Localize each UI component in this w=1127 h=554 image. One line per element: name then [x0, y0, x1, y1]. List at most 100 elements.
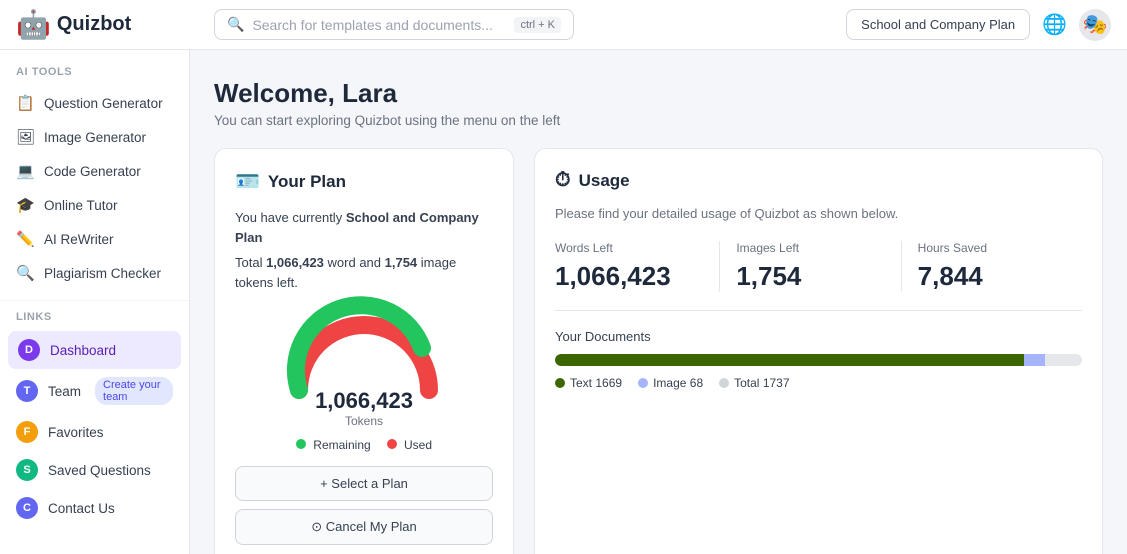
sidebar-item-contact-us[interactable]: C Contact Us	[0, 489, 189, 527]
favorites-avatar: F	[16, 421, 38, 443]
search-icon: 🔍	[227, 16, 244, 33]
sidebar-item-label: Contact Us	[48, 501, 115, 516]
plan-card: 🪪 Your Plan You have currently School an…	[214, 148, 514, 554]
legend-image: Image 68	[638, 376, 703, 390]
legend-remaining: Remaining	[296, 438, 371, 452]
welcome-subtitle: You can start exploring Quizbot using th…	[214, 113, 1103, 128]
contact-us-avatar: C	[16, 497, 38, 519]
plan-icon: 🪪	[235, 169, 260, 194]
usage-card-header: ⏱ Usage	[555, 169, 1082, 192]
sidebar-item-label: Plagiarism Checker	[44, 266, 161, 281]
plan-badge-button[interactable]: School and Company Plan	[846, 9, 1030, 40]
stat-images-value: 1,754	[736, 261, 884, 292]
search-shortcut: ctrl + K	[514, 17, 561, 33]
sidebar-item-label: AI ReWriter	[44, 232, 114, 247]
sidebar: AI TOOLS 📋 Question Generator 🖼 Image Ge…	[0, 50, 190, 554]
text-dot	[555, 378, 565, 388]
ai-rewriter-icon: ✏️	[16, 230, 34, 248]
ai-tools-label: AI TOOLS	[0, 66, 189, 86]
question-generator-icon: 📋	[16, 94, 34, 112]
stat-hours-label: Hours Saved	[918, 241, 1066, 255]
sidebar-item-online-tutor[interactable]: 🎓 Online Tutor	[0, 188, 189, 222]
sidebar-item-saved-questions[interactable]: S Saved Questions	[0, 451, 189, 489]
logo-icon: 🤖	[16, 8, 51, 41]
stat-images-label: Images Left	[736, 241, 884, 255]
dashboard-avatar: D	[18, 339, 40, 361]
stat-images-left: Images Left 1,754	[720, 241, 901, 292]
code-generator-icon: 💻	[16, 162, 34, 180]
sidebar-item-image-generator[interactable]: 🖼 Image Generator	[0, 120, 189, 154]
stat-hours-saved: Hours Saved 7,844	[902, 241, 1082, 292]
content-area: Welcome, Lara You can start exploring Qu…	[190, 50, 1127, 554]
used-dot	[387, 439, 397, 449]
avatar[interactable]: 🎭	[1079, 9, 1111, 41]
docs-bar-text-segment	[555, 354, 1024, 366]
docs-legend: Text 1669 Image 68	[555, 376, 1082, 390]
legend-total: Total 1737	[719, 376, 789, 390]
plagiarism-checker-icon: 🔍	[16, 264, 34, 282]
docs-bar	[555, 354, 1082, 366]
sidebar-item-plagiarism-checker[interactable]: 🔍 Plagiarism Checker	[0, 256, 189, 290]
logo[interactable]: 🤖 Quizbot	[16, 8, 206, 41]
sidebar-item-label: Favorites	[48, 425, 104, 440]
cancel-plan-button[interactable]: ⊙ Cancel My Plan	[235, 509, 493, 545]
donut-legend: Remaining Used	[235, 438, 493, 452]
donut-chart-container: 1,066,423 Tokens	[235, 308, 493, 428]
docs-bar-image-segment	[1024, 354, 1045, 366]
sidebar-item-code-generator[interactable]: 💻 Code Generator	[0, 154, 189, 188]
select-plan-button[interactable]: + Select a Plan	[235, 466, 493, 501]
tokens-description: Total 1,066,423 word and 1,754 image tok…	[235, 253, 493, 292]
donut-number: 1,066,423	[315, 388, 413, 414]
usage-subtitle: Please find your detailed usage of Quizb…	[555, 206, 1082, 221]
stat-hours-value: 7,844	[918, 261, 1066, 292]
remaining-dot	[296, 439, 306, 449]
globe-icon[interactable]: 🌐	[1042, 12, 1067, 37]
usage-card: ⏱ Usage Please find your detailed usage …	[534, 148, 1103, 554]
team-avatar: T	[16, 380, 38, 402]
sidebar-item-label: Code Generator	[44, 164, 141, 179]
legend-used: Used	[387, 438, 432, 452]
total-dot	[719, 378, 729, 388]
image-dot	[638, 378, 648, 388]
legend-text-label: Text 1669	[570, 376, 622, 390]
create-team-badge: Create your team	[95, 377, 173, 405]
topbar: 🤖 Quizbot 🔍 Search for templates and doc…	[0, 0, 1127, 50]
legend-text: Text 1669	[555, 376, 622, 390]
sidebar-item-label: Image Generator	[44, 130, 146, 145]
cards-row: 🪪 Your Plan You have currently School an…	[214, 148, 1103, 554]
sidebar-item-team[interactable]: T Team Create your team	[0, 369, 189, 413]
donut-chart	[284, 308, 444, 398]
main-layout: AI TOOLS 📋 Question Generator 🖼 Image Ge…	[0, 50, 1127, 554]
plan-desc-prefix: You have currently	[235, 210, 346, 225]
usage-icon: ⏱	[555, 169, 571, 192]
docs-section-label: Your Documents	[555, 329, 1082, 344]
sidebar-item-label: Team	[48, 384, 81, 399]
topbar-left: 🤖 Quizbot 🔍 Search for templates and doc…	[16, 8, 574, 41]
sidebar-item-label: Dashboard	[50, 343, 116, 358]
donut-label: Tokens	[315, 414, 413, 428]
sidebar-item-label: Saved Questions	[48, 463, 151, 478]
legend-image-label: Image 68	[653, 376, 703, 390]
sidebar-item-favorites[interactable]: F Favorites	[0, 413, 189, 451]
image-generator-icon: 🖼	[16, 128, 34, 146]
stat-words-label: Words Left	[555, 241, 703, 255]
usage-card-title: Usage	[579, 171, 630, 191]
search-placeholder: Search for templates and documents...	[252, 17, 492, 33]
plan-description: You have currently School and Company Pl…	[235, 208, 493, 247]
sidebar-item-question-generator[interactable]: 📋 Question Generator	[0, 86, 189, 120]
sidebar-item-label: Online Tutor	[44, 198, 118, 213]
usage-stats: Words Left 1,066,423 Images Left 1,754 H…	[555, 241, 1082, 311]
legend-total-label: Total 1737	[734, 376, 789, 390]
donut-center: 1,066,423 Tokens	[315, 388, 413, 428]
sidebar-item-dashboard[interactable]: D Dashboard	[8, 331, 181, 369]
search-bar[interactable]: 🔍 Search for templates and documents... …	[214, 9, 574, 40]
sidebar-item-ai-rewriter[interactable]: ✏️ AI ReWriter	[0, 222, 189, 256]
plan-card-title: Your Plan	[268, 172, 346, 192]
logo-text: Quizbot	[57, 13, 131, 36]
sidebar-item-label: Question Generator	[44, 96, 163, 111]
topbar-right: School and Company Plan 🌐 🎭	[846, 9, 1111, 41]
plan-card-header: 🪪 Your Plan	[235, 169, 493, 194]
stat-words-value: 1,066,423	[555, 261, 703, 292]
online-tutor-icon: 🎓	[16, 196, 34, 214]
welcome-title: Welcome, Lara	[214, 78, 1103, 109]
